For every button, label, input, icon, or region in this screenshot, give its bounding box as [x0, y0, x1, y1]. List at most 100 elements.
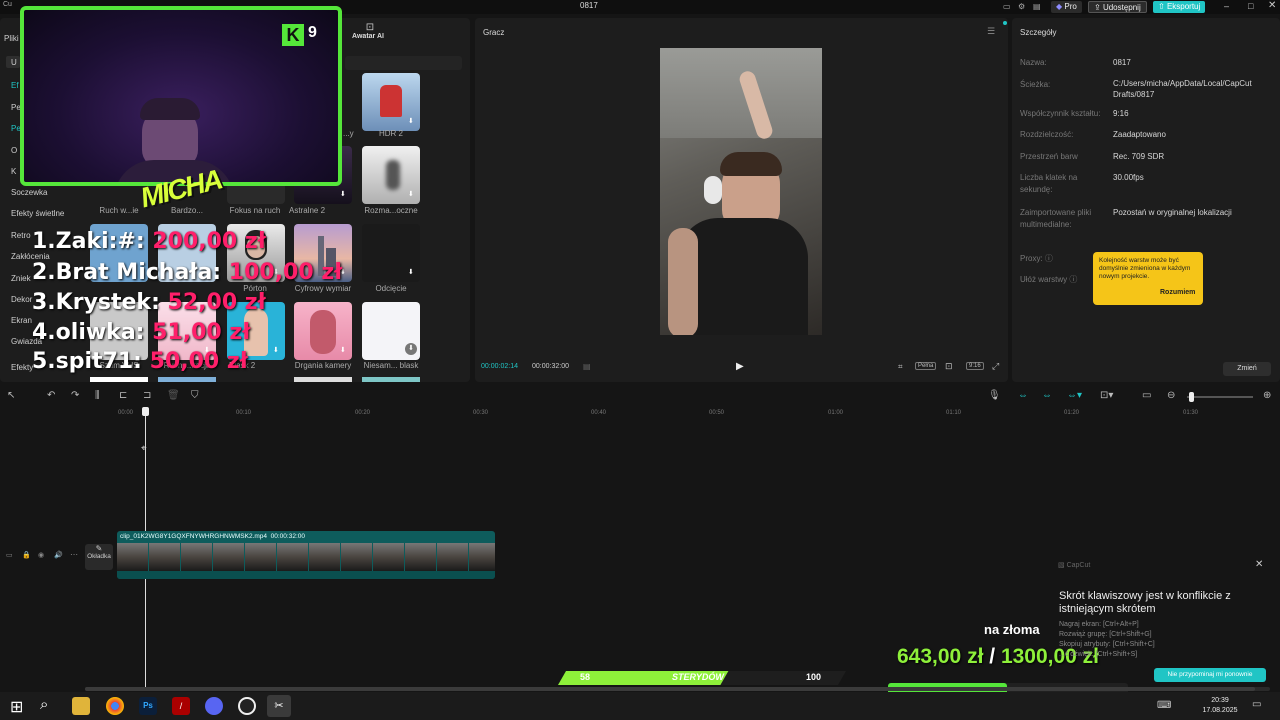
- notification-icon[interactable]: ▭: [1252, 699, 1261, 710]
- toast-close-icon[interactable]: ✕: [1255, 559, 1263, 570]
- effect-label: Astralne 2: [289, 206, 326, 215]
- tooltip-ok-button[interactable]: Rozumiem: [1160, 289, 1195, 296]
- export-button[interactable]: ⇧ Eksportuj: [1153, 1, 1206, 13]
- timeline-ruler[interactable]: 00:00 00:10 00:20 00:30 00:40 00:50 01:0…: [0, 407, 1280, 419]
- effect-thumb-blur[interactable]: ⬇: [362, 146, 420, 204]
- caption-icon[interactable]: ▭: [1142, 390, 1151, 401]
- sidebar-item[interactable]: Ef: [11, 81, 19, 90]
- full-quality-button[interactable]: Pełna: [915, 362, 937, 370]
- search-icon[interactable]: ⌕: [40, 696, 48, 713]
- sidebar-item-light-effects[interactable]: Efekty świetlne: [11, 209, 64, 218]
- discord-icon[interactable]: [205, 697, 223, 715]
- time-total: 00:00:32:00: [532, 363, 569, 370]
- sidebar-item-effects[interactable]: Efekty: [11, 363, 33, 372]
- video-preview[interactable]: [660, 48, 822, 335]
- save-icon[interactable]: ▤: [1033, 2, 1041, 11]
- detail-value: 30.00fps: [1113, 173, 1144, 182]
- steroid-bar: 58 STERYDÓW 100: [558, 671, 846, 685]
- speaker-icon[interactable]: 🔊: [54, 551, 63, 559]
- capcut-taskbar-icon[interactable]: ✂: [267, 695, 291, 717]
- select-tool-icon[interactable]: ↖: [7, 390, 15, 401]
- sidebar-item[interactable]: U: [11, 58, 17, 67]
- tab-avatar-ai[interactable]: ⊡ Awatar AI: [352, 22, 385, 40]
- detail-key: Ścieżka:: [1020, 80, 1051, 89]
- effect-label: Niesam... blask: [363, 361, 419, 370]
- file-explorer-icon[interactable]: [72, 697, 90, 715]
- filmstrip-frame: [469, 543, 495, 571]
- clock[interactable]: 20:39 17.08.2025: [1200, 696, 1240, 716]
- settings-icon[interactable]: ⚙: [1018, 2, 1025, 11]
- zoom-handle[interactable]: [1189, 392, 1194, 402]
- playhead-handle[interactable]: [142, 407, 149, 416]
- share-button[interactable]: ⇪ Udostępnij: [1088, 1, 1147, 13]
- eye-icon[interactable]: ◉: [38, 551, 44, 559]
- effect-thumb-shake[interactable]: ⬇: [294, 302, 352, 360]
- effect-thumb-hdr2[interactable]: ⬇: [362, 73, 420, 131]
- clip-info: clip_01K2WG8Y1GQXFNYWHRGHNWMSK2.mp4 00:0…: [120, 533, 305, 540]
- timeline-scrollbar[interactable]: [85, 687, 1270, 691]
- magnet-icon[interactable]: ⇔: [1042, 390, 1052, 401]
- windows-start-icon[interactable]: ⊞: [10, 697, 23, 717]
- track-icon[interactable]: ▭: [6, 551, 13, 559]
- play-icon[interactable]: ▶: [736, 361, 744, 372]
- sidebar-item[interactable]: K: [11, 167, 16, 176]
- effect-thumb-cutoff[interactable]: ⬇: [362, 224, 420, 282]
- crop-icon[interactable]: ⌗: [898, 362, 903, 372]
- app-icon[interactable]: /: [172, 697, 190, 715]
- menu-icon[interactable]: ☰: [987, 26, 995, 37]
- redo-icon[interactable]: ↷: [71, 390, 79, 401]
- sidebar-item-files[interactable]: Pliki: [4, 34, 19, 43]
- sidebar-item-retro[interactable]: Retro: [11, 231, 31, 240]
- preview-axis-icon[interactable]: ⊡▾: [1100, 390, 1113, 401]
- project-title: 0817: [580, 1, 598, 10]
- lock-icon[interactable]: 🔒: [22, 551, 31, 559]
- leaderboard-entry: 4.oliwka: 51,00 zł: [32, 320, 251, 345]
- snapshot-icon[interactable]: ⊡: [945, 361, 953, 372]
- sidebar-item-distort[interactable]: Zniek: [11, 274, 31, 283]
- keyboard-icon[interactable]: ⌨: [1157, 700, 1171, 711]
- obs-icon[interactable]: [238, 697, 256, 715]
- cover-button[interactable]: ✎ Okładka: [85, 544, 113, 570]
- zoom-slider[interactable]: [1187, 392, 1253, 402]
- split-icon[interactable]: ⫼: [95, 390, 100, 401]
- zoom-in-icon[interactable]: ⊕: [1263, 390, 1271, 401]
- ratio-button[interactable]: 9:16: [966, 362, 984, 370]
- layout-icon[interactable]: ▭: [1003, 2, 1011, 11]
- layers-tooltip: Kolejność warstw może być domyślnie zmie…: [1093, 252, 1203, 305]
- search-bar[interactable]: [345, 56, 462, 70]
- more-icon[interactable]: ⋯: [70, 550, 78, 559]
- zoom-out-icon[interactable]: ⊖: [1167, 390, 1175, 401]
- move-cursor-icon: ⌖: [141, 443, 147, 454]
- shortcut-conflict-toast: ▧ CapCut ✕ Skrót klawiszowy jest w konfl…: [1050, 558, 1280, 688]
- dont-remind-button[interactable]: Nie przypominaj mi ponownie: [1154, 668, 1266, 682]
- snap-icon[interactable]: ⇔▾: [1067, 390, 1082, 401]
- pro-button[interactable]: ◆ Pro: [1051, 1, 1082, 13]
- minimize-icon[interactable]: –: [1224, 1, 1229, 11]
- microphone-icon[interactable]: 🎙: [988, 390, 1001, 401]
- video-clip[interactable]: clip_01K2WG8Y1GQXFNYWHRGHNWMSK2.mp4 00:0…: [117, 531, 495, 579]
- close-icon[interactable]: ✕: [1268, 0, 1276, 11]
- effect-thumb-uncanny[interactable]: ⬇: [362, 302, 420, 360]
- sidebar-item-screen[interactable]: Ekran: [11, 316, 32, 325]
- photoshop-icon[interactable]: Ps: [139, 697, 157, 715]
- marker-icon[interactable]: ⛉: [191, 390, 199, 401]
- change-button[interactable]: Zmień: [1223, 362, 1271, 376]
- cover-label: Okładka: [87, 553, 111, 560]
- detail-value: Rec. 709 SDR: [1113, 152, 1165, 161]
- chrome-icon[interactable]: [106, 697, 124, 715]
- sidebar-item[interactable]: O: [11, 146, 17, 155]
- trim-right-icon[interactable]: ⊐: [143, 390, 151, 401]
- trim-left-icon[interactable]: ⊏: [119, 390, 127, 401]
- delete-icon[interactable]: 🗑: [167, 390, 180, 401]
- fullscreen-icon[interactable]: ⤢: [992, 361, 999, 372]
- clip-filmstrip: [117, 543, 495, 571]
- detail-value: Zaadaptowano: [1113, 130, 1166, 139]
- link-icon[interactable]: ⇔: [1018, 390, 1028, 401]
- sidebar-item-decor[interactable]: Dekor: [11, 295, 32, 304]
- toast-title: Skrót klawiszowy jest w konflikcie z ist…: [1059, 590, 1231, 615]
- undo-icon[interactable]: ↶: [47, 390, 55, 401]
- maximize-icon[interactable]: □: [1248, 1, 1253, 11]
- leaderboard-entry: 5.spit71: 50,00 zł: [32, 349, 248, 374]
- filmstrip-frame: [437, 543, 468, 571]
- sidebar-item-lens[interactable]: Soczewka: [11, 188, 47, 197]
